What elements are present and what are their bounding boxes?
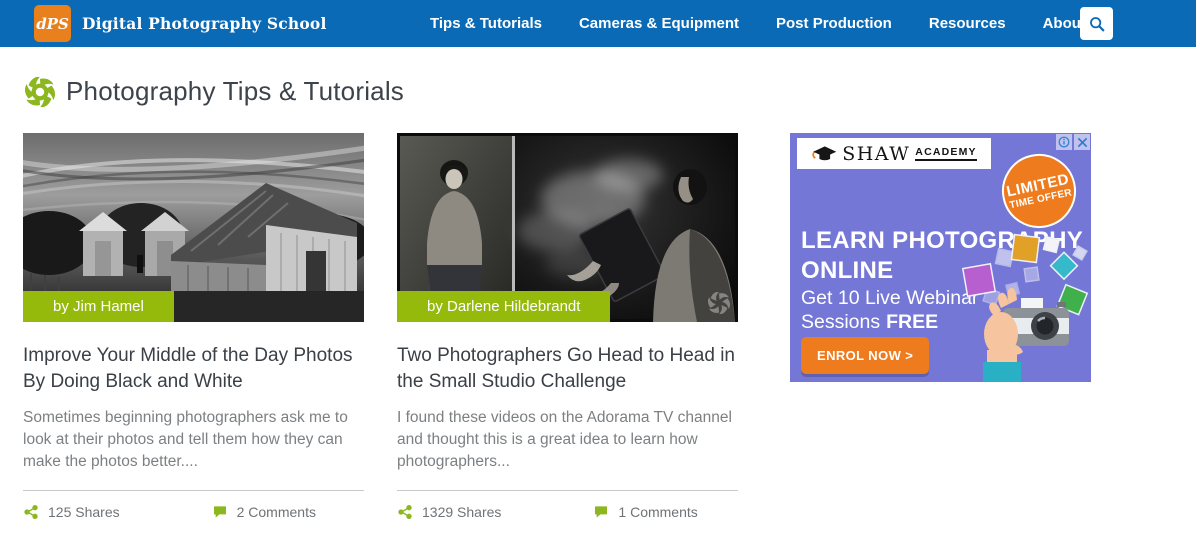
ad-sub-line2-text: Sessions [801,311,881,334]
ad-brand-suffix: ACADEMY [915,146,977,161]
enrol-now-button[interactable]: ENROL NOW > [801,337,930,374]
article-card: by Jim Hamel Improve Your Middle of the … [23,133,364,520]
page-heading: Photography Tips & Tutorials [25,76,404,107]
nav-item-cameras-equipment[interactable]: Cameras & Equipment [579,15,739,32]
article-excerpt: I found these videos on the Adorama TV c… [397,409,732,471]
ad-sub-line2-free: FREE [886,311,939,334]
shares-meta[interactable]: 125 Shares [23,504,120,520]
top-navigation-bar: dPS Digital Photography School Tips & Tu… [0,0,1196,47]
article-thumbnail[interactable]: by Darlene Hildebrandt [397,133,738,322]
author-badge[interactable]: by Darlene Hildebrandt [397,291,611,322]
site-logo[interactable]: dPS [34,5,71,42]
graduation-cap-icon [812,145,837,160]
article-card: by Darlene Hildebrandt Two Photographers… [397,133,738,520]
ad-brand-name: SHAW [842,142,911,165]
comment-icon [213,506,226,518]
comments-meta[interactable]: 2 Comments [212,504,316,520]
search-button[interactable] [1080,7,1113,40]
author-badge[interactable]: by Jim Hamel [23,291,174,322]
watermark-aperture-icon [708,292,730,314]
search-icon [1089,16,1104,31]
comments-count: 2 Comments [236,504,316,521]
ad-sub-line1: Get 10 Live Webinar [801,287,979,309]
shares-count: 125 Shares [48,504,120,521]
page-title: Photography Tips & Tutorials [66,76,405,106]
shaw-academy-logo: SHAW ACADEMY [797,138,991,169]
aperture-icon [25,76,55,107]
shaw-academy-ad-banner[interactable]: SHAW ACADEMY LIMITED TIME OFFER LEARN PH… [790,133,1091,382]
share-icon [398,505,412,520]
camera-hand-illustration [961,233,1089,382]
ad-subheadline: Get 10 Live Webinar Sessions FREE [801,286,978,335]
article-title[interactable]: Two Photographers Go Head to Head in the… [397,343,735,394]
main-nav: Tips & Tutorials Cameras & Equipment Pos… [430,0,1109,47]
article-title[interactable]: Improve Your Middle of the Day Photos By… [23,343,361,394]
site-name[interactable]: Digital Photography School [82,0,327,47]
ad-info-icon[interactable] [1056,134,1072,150]
shares-meta[interactable]: 1329 Shares [397,504,501,520]
nav-item-resources[interactable]: Resources [929,15,1006,32]
share-icon [24,505,38,520]
limited-time-offer-badge: LIMITED TIME OFFER [995,147,1083,235]
site-logo-glyph: dPS [36,14,69,33]
article-excerpt: Sometimes beginning photographers ask me… [23,409,348,471]
article-meta-bar: 125 Shares 2 Comments [23,490,364,520]
ad-sub-line2: Sessions FREE [801,310,978,334]
nav-item-tips-tutorials[interactable]: Tips & Tutorials [430,15,542,32]
shares-count: 1329 Shares [422,504,502,521]
adchoices-controls [1056,134,1090,150]
comment-icon [595,506,608,518]
nav-item-post-production[interactable]: Post Production [776,15,892,32]
comments-meta[interactable]: 1 Comments [593,504,698,521]
article-thumbnail[interactable]: by Jim Hamel [23,133,364,322]
ad-close-icon[interactable] [1074,134,1090,150]
comments-count: 1 Comments [618,504,698,521]
article-meta-bar: 1329 Shares 1 Comments [397,490,738,520]
